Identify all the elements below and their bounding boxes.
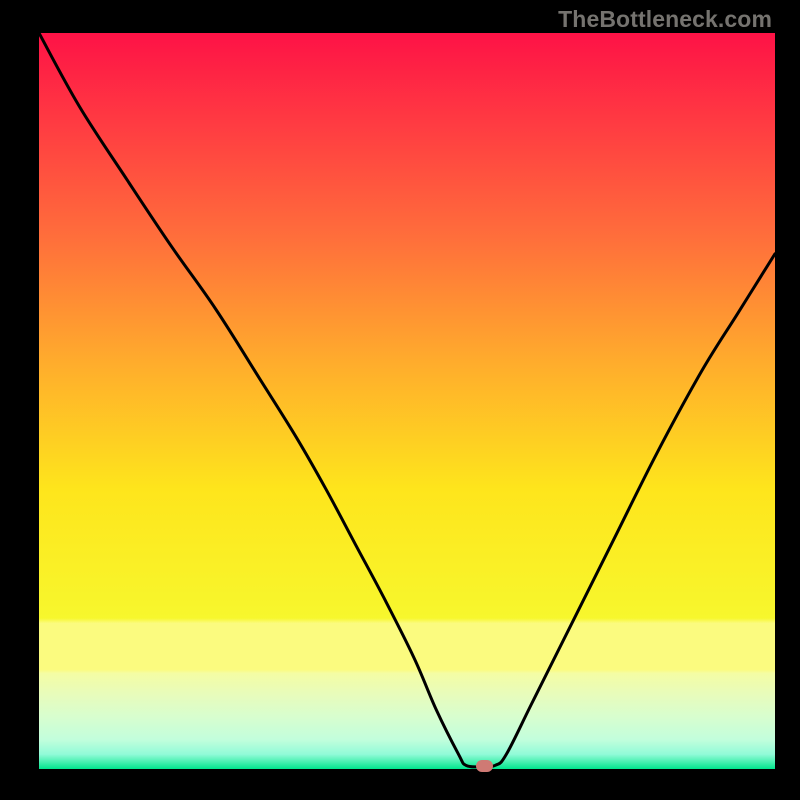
- bottleneck-curve: [39, 33, 775, 767]
- chart-frame: TheBottleneck.com: [0, 0, 800, 800]
- watermark: TheBottleneck.com: [558, 6, 772, 33]
- plot-area: [39, 33, 775, 769]
- curve-layer: [39, 33, 775, 769]
- optimum-marker: [476, 760, 493, 772]
